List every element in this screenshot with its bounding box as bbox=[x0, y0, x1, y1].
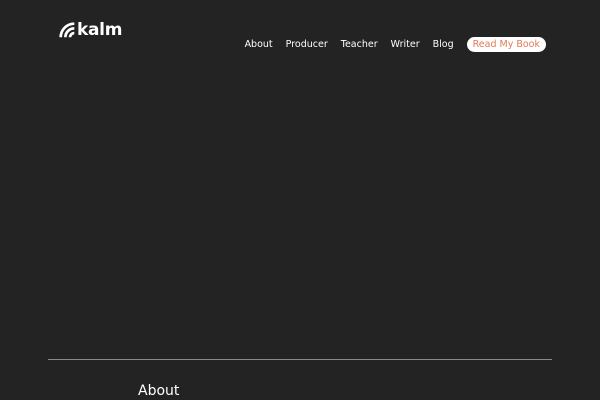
nav-link-blog[interactable]: Blog bbox=[433, 37, 454, 52]
brand-name: kalm bbox=[77, 20, 123, 40]
nav-link-writer[interactable]: Writer bbox=[391, 37, 420, 52]
read-my-book-button[interactable]: Read My Book bbox=[466, 37, 546, 52]
brand-logo[interactable]: kalm bbox=[59, 20, 122, 40]
nav-link-producer[interactable]: Producer bbox=[286, 37, 328, 52]
nav-link-about[interactable]: About bbox=[245, 37, 273, 52]
section-divider bbox=[48, 359, 552, 360]
nav-link-teacher[interactable]: Teacher bbox=[341, 37, 378, 52]
signal-waves-icon bbox=[59, 21, 75, 38]
about-section-title: About bbox=[138, 383, 180, 399]
main-nav: About Producer Teacher Writer Blog Read … bbox=[245, 37, 546, 52]
